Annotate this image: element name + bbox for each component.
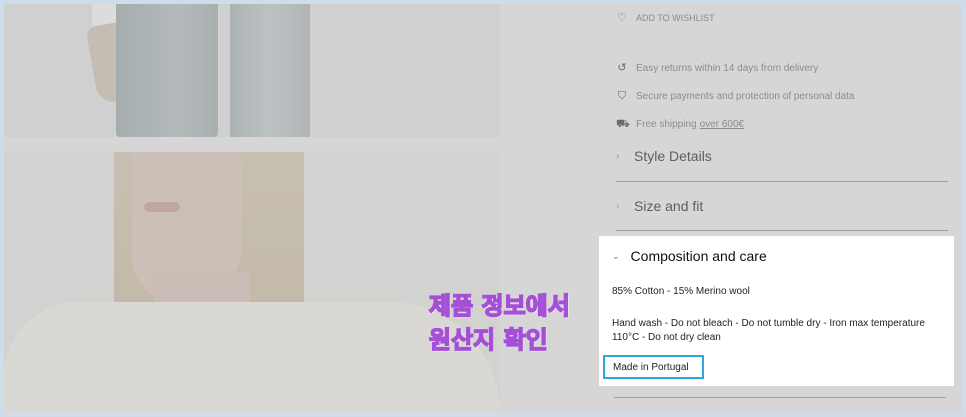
benefit-text: Secure payments and protection of person…	[636, 90, 855, 102]
wishlist-button[interactable]: ♡ ADD TO WISHLIST	[616, 12, 715, 24]
care-text: Hand wash - Do not bleach - Do not tumbl…	[612, 318, 925, 343]
wishlist-label: ADD TO WISHLIST	[636, 13, 715, 23]
product-photo-model	[4, 152, 500, 413]
benefit-secure: ⛉ Secure payments and protection of pers…	[616, 90, 855, 102]
shipping-link[interactable]: over 600€	[700, 119, 744, 130]
jeans-leg-right	[230, 4, 310, 137]
accordion-label: Style Details	[634, 148, 712, 164]
accordion-label: Composition and care	[630, 248, 767, 264]
jeans-leg-left	[116, 4, 218, 137]
divider	[616, 181, 948, 182]
benefit-text: Free shipping	[636, 118, 697, 130]
composition-panel: ⌄ Composition and care 85% Cotton - 15% …	[599, 236, 954, 386]
accordion-label: Size and fit	[634, 198, 704, 214]
accordion-composition[interactable]: ⌄ Composition and care	[612, 248, 767, 264]
chevron-right-icon: ›	[616, 150, 620, 162]
divider	[614, 397, 946, 398]
benefit-shipping: ⛟ Free shipping over 600€	[616, 118, 744, 130]
product-photo-jeans	[4, 4, 500, 137]
divider	[616, 230, 948, 231]
model-lips	[144, 202, 180, 212]
benefit-returns: ↺ Easy returns within 14 days from deliv…	[616, 62, 818, 74]
heart-icon: ♡	[617, 12, 627, 24]
benefit-text: Easy returns within 14 days from deliver…	[636, 62, 819, 74]
origin-highlight: Made in Portugal	[603, 355, 704, 379]
material-text: 85% Cotton - 15% Merino wool	[612, 286, 750, 297]
chevron-down-icon: ⌄	[612, 250, 620, 261]
accordion-size-fit[interactable]: › Size and fit	[616, 198, 948, 214]
chevron-right-icon: ›	[616, 200, 620, 212]
annotation-line-1: 제품 정보에서	[428, 291, 570, 321]
accordion-style-details[interactable]: › Style Details	[616, 148, 948, 164]
return-icon: ↺	[617, 62, 627, 74]
truck-icon: ⛟	[616, 118, 630, 130]
annotation-line-2: 원산지 확인	[428, 325, 548, 355]
origin-text: Made in Portugal	[613, 362, 689, 373]
model-sweater	[4, 302, 500, 413]
shield-icon: ⛉	[617, 90, 627, 102]
annotation-overlay: 제품 정보에서 원산지 확인	[428, 289, 570, 357]
